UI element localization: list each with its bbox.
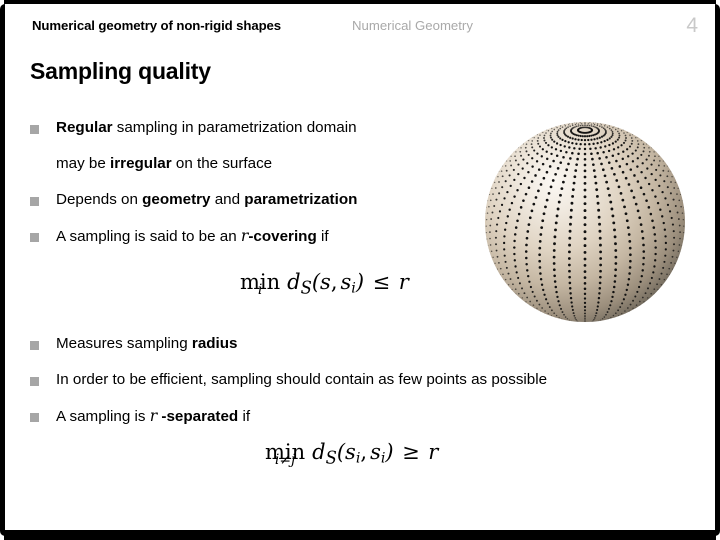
bullet-marker-icon	[30, 233, 39, 242]
bullet-text: Regular sampling in parametrization doma…	[56, 119, 357, 136]
relation-symbol: ≤	[372, 270, 391, 294]
sample-arg2: s	[370, 440, 381, 464]
min-limit: i≠j	[274, 452, 296, 469]
bullet-text: A sampling is said to be an r-covering i…	[56, 227, 329, 245]
bullet-marker-icon	[30, 377, 39, 386]
sampled-sphere-figure	[475, 112, 691, 330]
open-paren: (	[336, 440, 346, 464]
sample-arg1: s	[320, 270, 331, 294]
bullet-text: Depends on geometry and parametrization	[56, 191, 358, 208]
sphere-body	[485, 122, 685, 322]
slide: Numerical geometry of non-rigid shapes N…	[0, 0, 720, 540]
bullet-marker-icon	[30, 125, 39, 134]
bullet-marker-icon	[30, 197, 39, 206]
bullet-marker-icon	[30, 341, 39, 350]
min-limit: i	[257, 282, 263, 299]
open-paren: (	[311, 270, 321, 294]
distance-symbol: d	[287, 270, 301, 294]
relation-symbol: ≥	[402, 440, 420, 464]
formula-r-covering: min i dS(s, si) ≤ r	[240, 270, 409, 297]
sphere-svg	[485, 122, 685, 322]
min-operator: min i≠j	[265, 440, 306, 469]
bullet-text: may be irregular on the surface	[56, 155, 273, 172]
bullet-text: In order to be efficient, sampling shoul…	[56, 371, 548, 388]
surface-subscript: S	[300, 276, 312, 298]
radius-symbol: r	[398, 270, 409, 294]
min-operator: min i	[240, 270, 281, 299]
bullet-text: A sampling is r -separated if	[56, 407, 251, 425]
comma: ,	[330, 270, 338, 294]
distance-symbol: d	[312, 440, 326, 464]
bullet-marker-icon	[30, 413, 39, 422]
sample-arg1: s	[345, 440, 356, 464]
surface-subscript: S	[325, 446, 337, 468]
close-paren: )	[385, 440, 394, 464]
comma: ,	[360, 440, 368, 464]
radius-symbol: r	[428, 440, 439, 464]
close-paren: )	[355, 270, 365, 294]
bullet-text: Measures sampling radius	[56, 335, 238, 352]
sample-arg2: s	[340, 270, 352, 294]
formula-r-separated: min i≠j dS(si, si) ≥ r	[265, 440, 438, 467]
